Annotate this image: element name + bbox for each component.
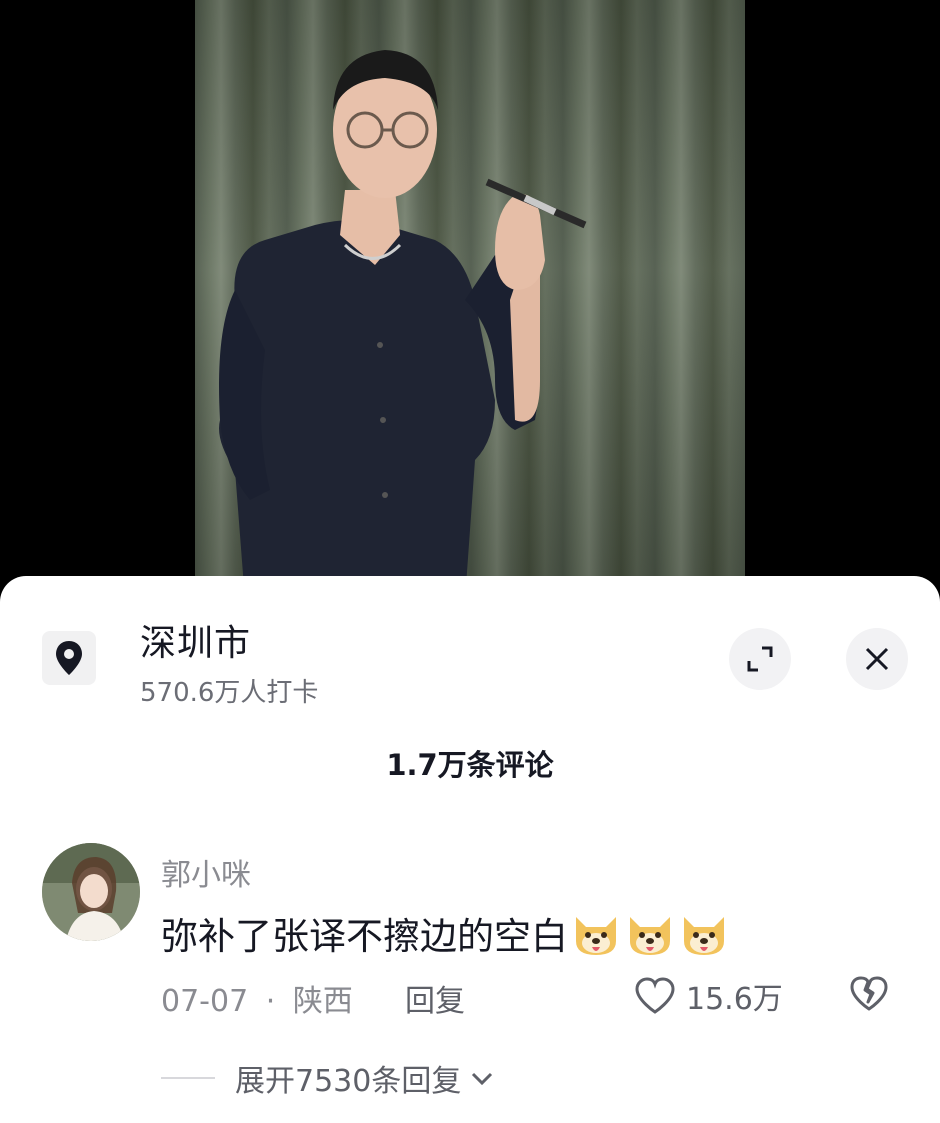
meta-separator: ·: [265, 984, 276, 1019]
comment-count-heading: 1.7万条评论: [386, 748, 554, 782]
expand-replies-button[interactable]: 展开7530条回复: [161, 1056, 495, 1100]
divider: [161, 1077, 215, 1079]
like-count: 15.6万: [686, 982, 783, 1017]
expand-button[interactable]: [729, 628, 791, 690]
expand-replies-label: 展开7530条回复: [235, 1064, 462, 1099]
location-pin-icon[interactable]: [42, 631, 96, 685]
expand-icon: [747, 646, 773, 672]
comment-username[interactable]: 郭小咪: [161, 850, 251, 894]
chevron-down-icon: [472, 1072, 493, 1086]
close-button[interactable]: [846, 628, 908, 690]
doge-emoji-icon: [576, 917, 616, 955]
doge-emoji-icon: [684, 917, 724, 955]
heart-icon: [635, 977, 675, 1014]
location-title[interactable]: 深圳市: [140, 614, 251, 666]
comment-body: 弥补了张译不擦边的空白: [161, 915, 568, 958]
doge-emoji-icon: [630, 917, 670, 955]
video-person-figure: [219, 50, 587, 600]
like-button[interactable]: 15.6万: [634, 974, 783, 1018]
comment-region: 陕西: [292, 984, 353, 1019]
comments-sheet: 深圳市 570.6万人打卡 1.7万条评论 郭小咪 弥补了张译不擦边的空白 07…: [0, 576, 940, 1123]
comment-text: 弥补了张译不擦边的空白: [161, 906, 730, 960]
close-icon: [865, 647, 889, 671]
broken-heart-icon: [850, 976, 888, 1011]
comment-date: 07-07: [161, 984, 249, 1019]
location-checkins: 570.6万人打卡: [140, 678, 319, 708]
dislike-button[interactable]: [849, 976, 889, 1016]
video-player[interactable]: [0, 0, 940, 600]
avatar[interactable]: [42, 843, 140, 941]
comment-meta: 07-07 · 陕西: [161, 976, 353, 1020]
reply-button[interactable]: 回复: [405, 976, 465, 1020]
